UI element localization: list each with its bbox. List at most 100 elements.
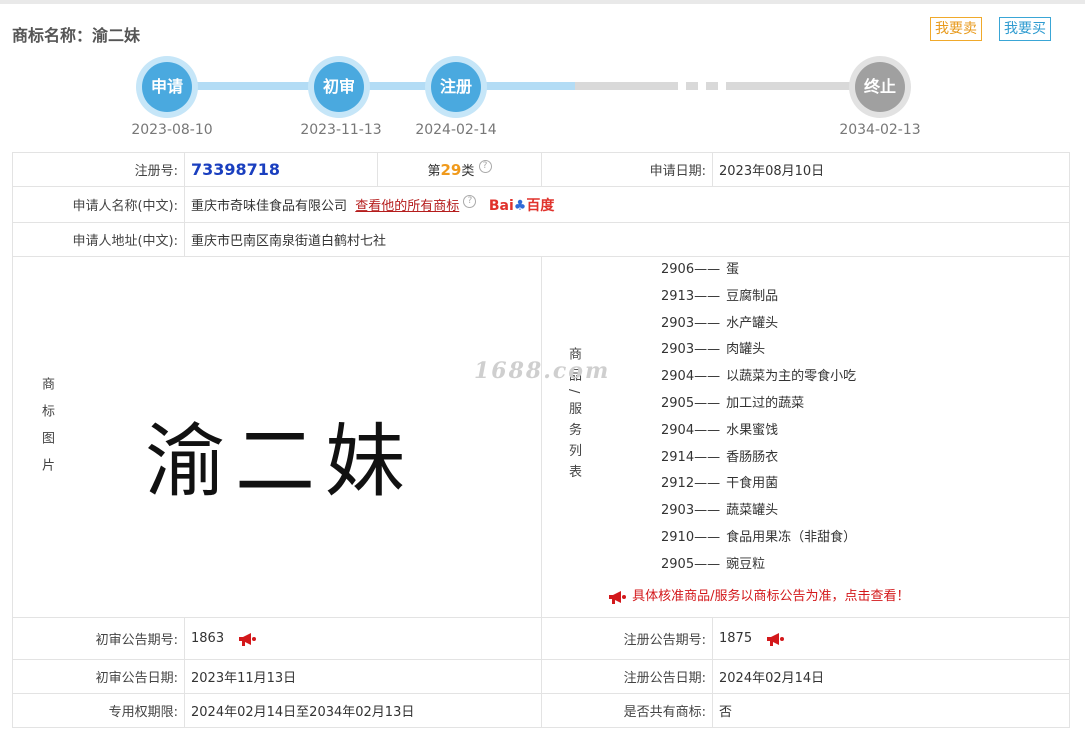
goods-item: 2913—— 豆腐制品: [661, 284, 856, 311]
help-icon[interactable]: ?: [478, 160, 492, 173]
mark-image-label-text: 商标图片: [39, 377, 54, 485]
timeline-gap-dot: [706, 82, 718, 90]
reg-no-cell: 73398718: [184, 152, 378, 187]
apply-date-value: 2023年08月10日: [712, 152, 1070, 187]
reg-pub-date-label: 注册公告日期:: [541, 659, 713, 694]
paw-icon: ♣: [513, 197, 527, 214]
timeline-step-register: 注册: [425, 56, 487, 118]
goods-code: 2903: [661, 315, 695, 331]
goods-code: 2906: [661, 262, 695, 277]
goods-name: 豆腐制品: [726, 288, 779, 304]
step-date: 2023-11-13: [300, 122, 382, 138]
view-all-trademarks-link[interactable]: 查看他的所有商标: [355, 199, 459, 214]
class-number: 29: [440, 161, 462, 179]
table-row: 申请人地址(中文): 重庆市巴南区南泉街道白鹤村七社: [12, 222, 1070, 257]
goods-name: 香肠肠衣: [726, 449, 779, 465]
reg-pub-no-value: 1875: [719, 631, 753, 646]
address-value: 重庆市巴南区南泉街道白鹤村七社: [184, 222, 1070, 257]
megaphone-icon[interactable]: [237, 632, 257, 646]
goods-separator: ——: [694, 262, 721, 277]
help-icon[interactable]: ?: [463, 194, 477, 208]
class-prefix: 第: [427, 164, 441, 179]
goods-separator: ——: [694, 449, 721, 465]
goods-item: 2904—— 以蔬菜为主的零食小吃: [661, 364, 856, 391]
sell-button[interactable]: 我要卖: [930, 17, 982, 41]
goods-name: 水产罐头: [726, 315, 779, 331]
trademark-info-table: 注册号: 73398718 第29类 ? 申请日期: 2023年08月10日 申…: [12, 152, 1070, 728]
top-border: [0, 0, 1085, 4]
class-suffix: 类: [461, 164, 475, 179]
reg-pub-no-label: 注册公告期号:: [541, 617, 713, 660]
buy-button[interactable]: 我要买: [999, 17, 1051, 41]
goods-item: 2910—— 食品用果冻（非甜食）: [661, 525, 856, 552]
megaphone-icon: [608, 590, 628, 604]
goods-code: 2914: [661, 449, 695, 465]
megaphone-icon[interactable]: [765, 632, 785, 646]
timeline-step-expire: 终止: [849, 56, 911, 118]
step-label: 终止: [855, 62, 905, 112]
table-row: 初审公告日期: 2023年11月13日 注册公告日期: 2024年02月14日: [12, 659, 1070, 694]
goods-name: 水果蜜饯: [726, 422, 779, 438]
reg-no-label: 注册号:: [12, 152, 185, 187]
timeline-step-apply: 申请: [136, 56, 198, 118]
goods-item: 2905—— 豌豆粒: [661, 552, 856, 579]
prelim-date-label: 初审公告日期:: [12, 659, 185, 694]
goods-notice-link[interactable]: 具体核准商品/服务以商标公告为准，点击查看！: [608, 585, 910, 604]
term-label: 专用权期限:: [12, 693, 185, 728]
applicant-cell: 重庆市奇味佳食品有限公司 查看他的所有商标 ? Bai♣百度: [184, 186, 1070, 223]
goods-separator: ——: [694, 342, 721, 358]
goods-item: 2906—— 蛋: [661, 257, 856, 284]
prelim-no-cell: 1863: [184, 617, 542, 660]
goods-name: 蛋: [726, 262, 740, 277]
goods-separator: ——: [694, 288, 721, 304]
step-label: 申请: [142, 62, 192, 112]
goods-code: 2905: [661, 556, 695, 572]
goods-item: 2903—— 水产罐头: [661, 311, 856, 338]
goods-separator: ——: [694, 556, 721, 572]
goods-item: 2903—— 肉罐头: [661, 337, 856, 364]
table-row: 专用权期限: 2024年02月14日至2034年02月13日 是否共有商标: 否: [12, 693, 1070, 728]
mark-image-cell: 商标图片 渝二妹: [12, 256, 542, 618]
shared-value: 否: [712, 693, 1070, 728]
page-title: 商标名称：渝二妹: [12, 26, 141, 45]
step-label: 初审: [314, 62, 364, 112]
prelim-no-label: 初审公告期号:: [12, 617, 185, 660]
class-cell: 第29类 ?: [377, 152, 542, 187]
goods-separator: ——: [694, 315, 721, 331]
goods-name: 肉罐头: [726, 342, 766, 358]
goods-name: 蔬菜罐头: [726, 503, 779, 519]
table-row: 注册号: 73398718 第29类 ? 申请日期: 2023年08月10日: [12, 152, 1070, 187]
baidu-du-text: 百度: [526, 197, 555, 214]
timeline-pending-track: [575, 82, 678, 90]
goods-separator: ——: [694, 476, 721, 492]
goods-code: 2903: [661, 342, 695, 358]
goods-name: 食品用果冻（非甜食）: [726, 529, 857, 545]
goods-code: 2913: [661, 288, 695, 304]
table-row: 商标图片 渝二妹 商品/服务列表 2906—— 蛋 2913—— 豆腐制品 2903——…: [12, 256, 1070, 618]
goods-item: 2903—— 蔬菜罐头: [661, 498, 856, 525]
baidu-bai-text: Bai: [488, 197, 514, 214]
prelim-date-value: 2023年11月13日: [184, 659, 542, 694]
baidu-search-icon[interactable]: Bai♣百度: [489, 198, 554, 214]
timeline-progress-track: [167, 82, 575, 90]
table-row: 初审公告期号: 1863 注册公告期号: 1875: [12, 617, 1070, 660]
goods-code: 2905: [661, 395, 695, 411]
apply-date-label: 申请日期:: [541, 152, 713, 187]
goods-name: 加工过的蔬菜: [726, 395, 805, 411]
mark-image-label: 商标图片: [37, 377, 56, 501]
goods-cell: 商品/服务列表 2906—— 蛋 2913—— 豆腐制品 2903—— 水产罐头 2903—…: [541, 256, 1070, 618]
goods-item: 2904—— 水果蜜饯: [661, 418, 856, 445]
goods-code: 2904: [661, 422, 695, 438]
goods-separator: ——: [694, 369, 721, 385]
reg-no-value: 73398718: [191, 160, 281, 179]
timeline-gap-dot: [686, 82, 698, 90]
table-row: 申请人名称(中文): 重庆市奇味佳食品有限公司 查看他的所有商标 ? Bai♣百…: [12, 186, 1070, 223]
goods-name: 豌豆粒: [726, 556, 766, 572]
step-date: 2024-02-14: [415, 122, 497, 138]
goods-item: 2914—— 香肠肠衣: [661, 445, 856, 472]
goods-code: 2903: [661, 503, 695, 519]
watermark: 1688.com: [474, 358, 611, 384]
term-value: 2024年02月14日至2034年02月13日: [184, 693, 542, 728]
prelim-no-value: 1863: [191, 631, 225, 646]
step-date: 2034-02-13: [839, 122, 921, 138]
